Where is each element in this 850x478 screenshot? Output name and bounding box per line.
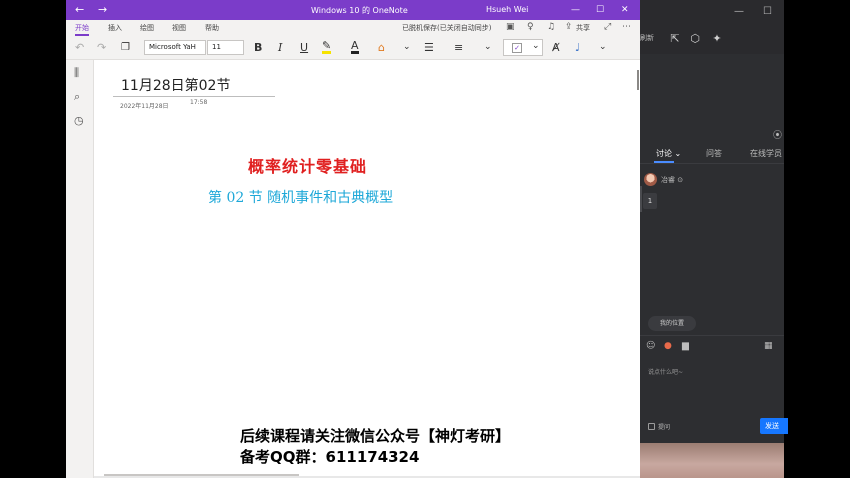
tab-home[interactable]: 开始 [75,23,89,33]
vertical-scrollbar[interactable] [637,70,639,90]
onenote-window: ← → Windows 10 的 OneNote Hsueh Wei — ☐ ✕… [66,0,640,478]
highlight-icon[interactable]: ✎ [322,40,332,54]
chat-video-preview [640,443,784,478]
chat-user-name: 冶睿 ⊙ [661,176,684,184]
sync-status: 已脱机保存(已关闭自动同步) [402,24,492,32]
lightbulb-icon[interactable]: ♀ [527,21,534,33]
page-date: 2022年11月28日 [120,103,169,110]
checkbox-icon[interactable] [648,423,655,430]
recent-icon[interactable]: ◷ [74,114,84,128]
tab-online-students[interactable]: 在线学员 [750,148,782,159]
chat-message-bubble: 1 [643,193,657,209]
tab-view[interactable]: 视图 [172,23,186,33]
italic-button[interactable]: I [278,40,282,55]
chat-app-window: — ☐ 刷新 ⇱ ⬡ ✦ ⦿ 讨论 ⌄ 问答 在线学员 冶睿 ⊙ 1 我的位置 … [640,0,788,478]
title-bar: ← → Windows 10 的 OneNote Hsueh Wei — ☐ ✕ [66,0,640,20]
share-button[interactable]: 共享 [576,23,590,33]
bell-icon[interactable]: ♫ [547,21,555,33]
qq-group-notice: 备考QQ群：611174324 [240,448,420,466]
left-navigation: ⫼ ⌕ ◷ [66,60,94,478]
chat-divider [640,335,784,336]
close-button[interactable]: ✕ [621,4,629,16]
tab-insert[interactable]: 插入 [108,23,122,33]
font-color-icon[interactable]: A [351,40,359,54]
follow-notice: 后续课程请关注微信公众号【神灯考研】 [240,427,511,445]
avatar [644,173,657,186]
my-location-button[interactable]: 我的位置 [648,316,696,331]
font-name-select[interactable]: Microsoft YaH [144,40,206,55]
todo-tag-icon: ✓ [512,43,522,53]
chat-pin-top-icon[interactable]: ✦ [710,32,724,46]
tab-discussion[interactable]: 讨论 ⌄ [656,148,681,159]
user-name[interactable]: Hsueh Wei [486,5,528,14]
ask-question-checkbox[interactable]: 提问 [648,422,670,431]
window-title: Windows 10 的 OneNote [311,6,408,15]
forward-arrow-icon[interactable]: → [98,3,107,17]
maximize-button[interactable]: ☐ [596,4,604,16]
notebook-icon[interactable]: ▣ [506,21,515,33]
chevron-down-icon: ⌄ [532,41,540,51]
note-page[interactable]: 11月28日第02节 2022年11月28日 17:58 概率统计零基础 第 0… [94,60,640,478]
back-arrow-icon[interactable]: ← [75,3,84,17]
chat-tabs: 讨论 ⌄ 问答 在线学员 [640,142,784,164]
chat-settings-icon[interactable]: ⬡ [688,32,702,46]
ribbon-toolbar: ↶ ↷ ❐ Microsoft YaH 11 B I U ✎ A ⌂ ⌄ ☰ ≡… [66,36,640,60]
tab-help[interactable]: 帮助 [205,23,219,33]
expand-icon[interactable]: ⤢ [604,21,611,33]
numbering-icon[interactable]: ≡ [454,40,463,55]
ribbon-tabs: 开始 插入 绘图 视图 帮助 已脱机保存(已关闭自动同步) ▣ ♀ ♫ ⇪ 共享… [66,20,640,36]
minimize-button[interactable]: — [571,4,580,16]
send-button[interactable]: 发送 [760,418,788,434]
chat-refresh-label[interactable]: 刷新 [640,33,654,43]
chevron-down-icon[interactable]: ⌄ [484,40,492,55]
chat-window-top: — ☐ [640,0,784,24]
course-heading[interactable]: 概率统计零基础 [248,153,367,177]
chat-toolbar: 刷新 ⇱ ⬡ ✦ [640,24,784,54]
text-style-icon[interactable]: Ⱥ [552,40,560,55]
search-icon[interactable]: ⌕ [74,90,80,104]
redo-icon[interactable]: ↷ [97,40,106,55]
underline-button[interactable]: U [300,40,308,55]
active-tab-indicator [654,161,674,163]
folder-icon[interactable]: ▆ [682,340,689,352]
more-icon[interactable]: ⋯ [622,21,631,33]
undo-icon[interactable]: ↶ [75,40,84,55]
format-painter-icon[interactable]: ⌂ [378,40,385,55]
section-heading[interactable]: 第 02 节 随机事件和古典概型 [208,187,393,207]
tag-select[interactable]: ✓ ⌄ [503,39,543,56]
page-time: 17:58 [190,99,208,106]
tab-qa[interactable]: 问答 [706,148,722,159]
title-underline [113,96,275,97]
clipboard-icon[interactable]: ❐ [121,40,130,55]
chat-scrollbar[interactable] [640,186,642,212]
chat-minimize-button[interactable]: — [734,6,744,18]
bold-button[interactable]: B [254,40,262,55]
font-size-select[interactable]: 11 [207,40,244,55]
chevron-down-icon[interactable]: ⌄ [599,40,607,55]
chat-input-field[interactable]: 说点什么吧~ [648,367,683,376]
tab-draw[interactable]: 绘图 [140,23,154,33]
emoji-icon[interactable]: ☺ [646,340,655,352]
bullets-icon[interactable]: ☰ [424,40,434,55]
chat-location-pin-icon[interactable]: ⦿ [773,128,782,141]
desktop: — ☐ 刷新 ⇱ ⬡ ✦ ⦿ 讨论 ⌄ 问答 在线学员 冶睿 ⊙ 1 我的位置 … [0,0,850,478]
chat-maximize-button[interactable]: ☐ [763,6,772,18]
chat-share-icon[interactable]: ⇱ [668,32,682,46]
chevron-down-icon[interactable]: ⌄ [403,40,411,55]
grid-icon[interactable]: ▦ [764,340,773,352]
microphone-icon[interactable]: ♩ [575,40,580,55]
notebooks-icon[interactable]: ⫼ [74,66,79,80]
page-title[interactable]: 11月28日第02节 [121,75,230,95]
share-icon[interactable]: ⇪ [565,21,573,33]
gift-icon[interactable]: ● [664,340,672,352]
